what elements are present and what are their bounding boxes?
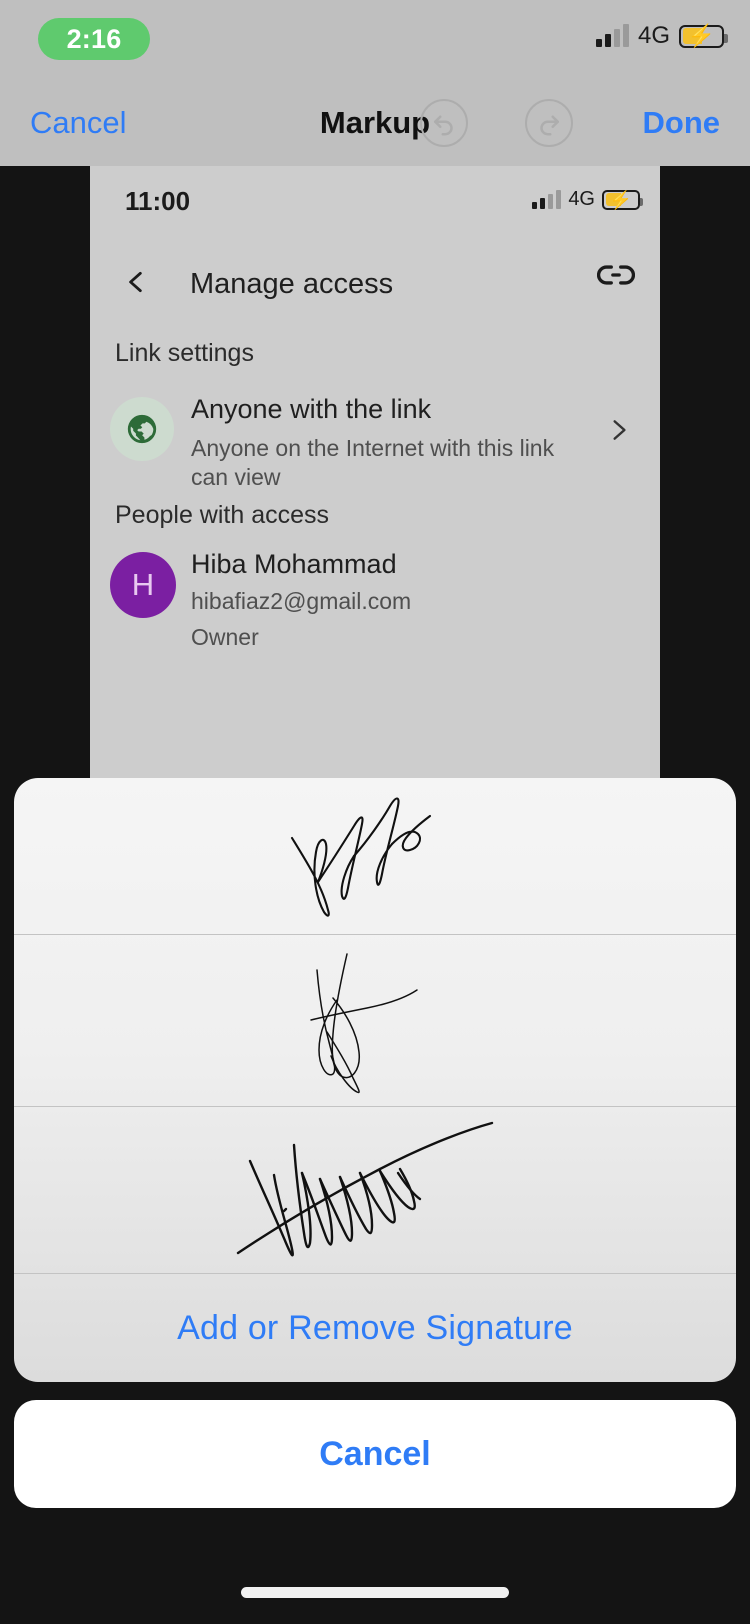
signature-action-sheet: Add or Remove Signature (14, 778, 736, 1382)
redo-icon (525, 99, 573, 147)
screenshot-app-bar: Manage access (90, 234, 660, 334)
page-title: Manage access (190, 268, 394, 300)
redo-button[interactable] (525, 99, 573, 147)
signature-3 (236, 1121, 494, 1257)
screenshot-status-bar: 11:00 4G ⚡ (90, 166, 660, 234)
battery-charging-icon: ⚡ (602, 189, 643, 210)
undo-icon (420, 99, 468, 147)
signal-bars-icon (595, 24, 629, 47)
globe-icon (110, 397, 174, 461)
status-bar: 2:16 4G ⚡ (0, 0, 750, 80)
markup-title: Markup (319, 105, 431, 140)
network-type-label: 4G (568, 188, 595, 210)
phone-screen: 2:16 4G ⚡ Cancel Markup Done 11:00 4G ⚡ … (0, 0, 750, 1624)
signature-option-1[interactable] (14, 778, 736, 935)
status-bar-indicators: 4G ⚡ (595, 22, 728, 50)
link-setting-title: Anyone with the link (191, 394, 432, 424)
list-item[interactable]: H Hiba Mohammad hibafiaz2@gmail.com Owne… (90, 546, 660, 666)
signature-option-2[interactable] (14, 935, 736, 1107)
link-icon[interactable] (597, 262, 635, 293)
people-with-access-section-label: People with access (115, 501, 330, 529)
link-settings-section-label: Link settings (115, 339, 254, 367)
cancel-button[interactable]: Cancel (14, 1400, 736, 1508)
signal-bars-icon (532, 189, 562, 209)
avatar: H (110, 552, 176, 618)
back-chevron-icon[interactable] (116, 256, 156, 308)
screenshot-status-time: 11:00 (125, 186, 191, 216)
home-indicator (241, 1587, 509, 1598)
signature-option-3[interactable] (14, 1107, 736, 1274)
markup-toolbar: Cancel Markup Done (0, 80, 750, 166)
markup-chrome: 2:16 4G ⚡ Cancel Markup Done (0, 0, 750, 166)
screenshot-status-indicators: 4G ⚡ (532, 188, 643, 211)
captured-screenshot[interactable]: 11:00 4G ⚡ Manage access Link settings A… (90, 166, 660, 778)
link-settings-row[interactable]: Anyone with the link Anyone on the Inter… (90, 388, 660, 490)
status-bar-time: 2:16 (38, 18, 150, 60)
battery-charging-icon: ⚡ (679, 24, 728, 48)
network-type-label: 4G (637, 22, 670, 49)
chevron-right-icon[interactable] (606, 410, 632, 455)
person-name: Hiba Mohammad (191, 549, 397, 579)
undo-button[interactable] (420, 99, 468, 147)
link-setting-subtitle: Anyone on the Internet with this link ca… (191, 435, 555, 490)
signature-1 (290, 797, 432, 917)
markup-done-button[interactable]: Done (643, 105, 721, 141)
signature-2 (310, 952, 418, 1093)
person-email: hibafiaz2@gmail.com (191, 588, 412, 614)
person-role: Owner (191, 624, 259, 650)
add-or-remove-signature-button[interactable]: Add or Remove Signature (14, 1274, 736, 1382)
